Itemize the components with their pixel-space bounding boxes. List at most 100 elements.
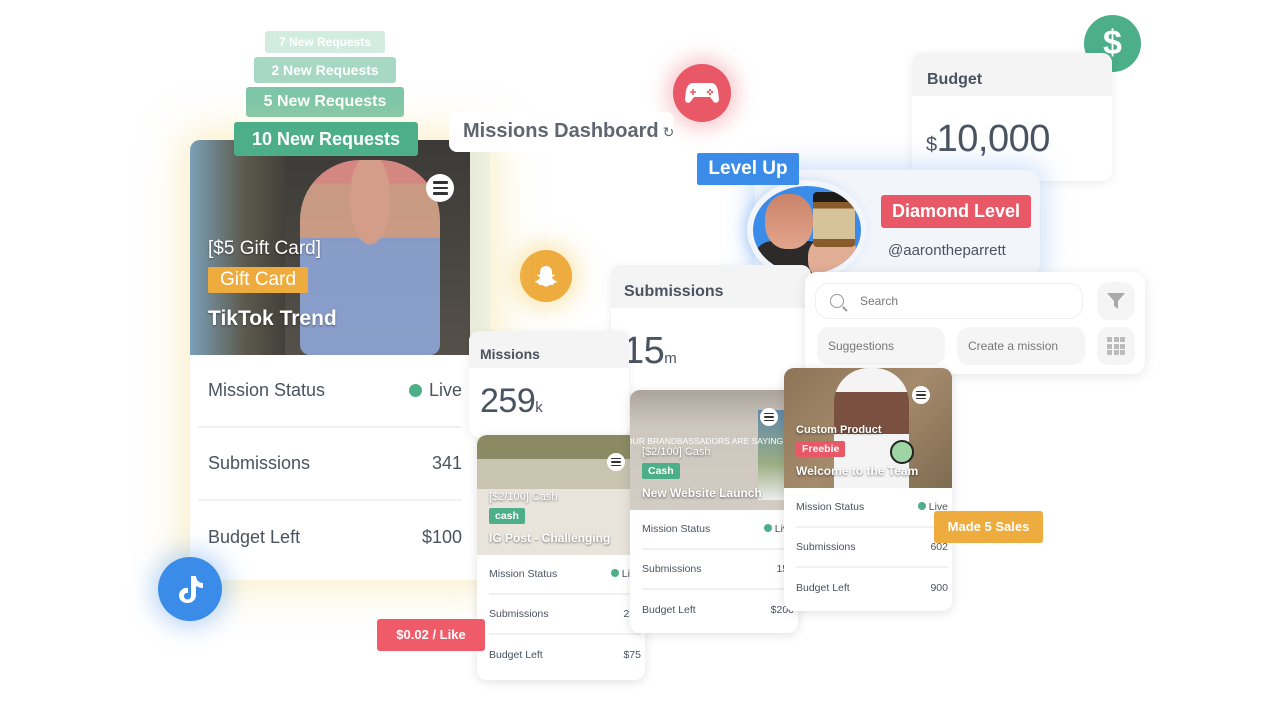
profile-card[interactable]: Diamond Level @aarontheparrett (747, 170, 1040, 280)
mission-title: IG Post - Challenging (489, 531, 611, 545)
row-label: Mission Status (642, 523, 711, 535)
row-label: Submissions (796, 541, 856, 553)
budget-value: $10,000 (912, 96, 1112, 161)
row-label: Submissions (642, 563, 702, 575)
submissions-row: Submissions151 (642, 550, 794, 590)
create-mission-button[interactable]: Create a mission (957, 327, 1085, 365)
live-dot-icon (610, 569, 619, 577)
status-text: Live (428, 380, 462, 400)
request-tag-2[interactable]: 2 New Requests (254, 57, 396, 83)
image-banner-text: OUR BRANDBASSADORS ARE SAYING (630, 436, 784, 446)
mission-status-row: Mission StatusLive (642, 510, 794, 550)
budget-left-row: Budget Left 900 (796, 568, 948, 608)
row-value: $75 (623, 649, 641, 661)
suggestions-button[interactable]: Suggestions (817, 327, 945, 365)
gamepad-icon (673, 64, 731, 122)
missions-unit: k (535, 399, 543, 416)
row-label: Budget Left (796, 582, 850, 594)
missions-label: Missions (469, 331, 629, 368)
user-handle: @aarontheparrett (888, 242, 1006, 259)
sales-badge: Made 5 Sales (934, 511, 1043, 543)
request-tag-5[interactable]: 5 New Requests (246, 87, 404, 117)
grid-view-button[interactable] (1097, 327, 1135, 365)
row-label: Submissions (208, 453, 311, 473)
mission-status-row: Mission StatusLive (489, 555, 641, 595)
submissions-label: Submissions (611, 265, 811, 308)
mission-title: TikTok Trend (208, 307, 337, 330)
currency-symbol: $ (926, 134, 937, 156)
row-label: Mission Status (796, 501, 865, 513)
mission-card[interactable]: [$2/100] Cash cash IG Post - Challenging… (477, 435, 645, 680)
search-panel: Suggestions Create a mission (805, 272, 1145, 374)
missions-number: 259 (480, 382, 536, 420)
missions-card: Missions 259k (469, 331, 629, 437)
budget-amount: 10,000 (936, 118, 1051, 160)
submissions-row: Submissions236 (489, 595, 641, 635)
budget-left-row: Budget Left $75 (489, 635, 641, 675)
mission-subtitle: [$5 Gift Card] (208, 238, 321, 259)
request-tag-10[interactable]: 10 New Requests (234, 122, 418, 156)
budget-left-row: Budget Left $200 (642, 590, 794, 630)
live-dot-icon (763, 524, 772, 532)
row-value: $100 (421, 527, 462, 547)
row-label: Budget Left (208, 527, 301, 547)
row-value: 900 (930, 582, 948, 594)
mission-subtitle: [$2/100] Cash (642, 446, 711, 458)
menu-icon[interactable] (607, 453, 625, 471)
mission-image: Custom Product Freebie Welcome to the Te… (784, 368, 952, 488)
level-up-badge: Level Up (697, 153, 799, 185)
filter-icon (1107, 293, 1125, 309)
request-tag-7[interactable]: 7 New Requests (265, 31, 385, 53)
dashboard-title: Missions Dashboard ↻ (449, 112, 674, 152)
mission-title: Welcome to the Team (796, 464, 919, 478)
mission-title: New Website Launch (642, 486, 762, 500)
mission-card[interactable]: Custom Product Freebie Welcome to the Te… (784, 368, 952, 611)
mission-stats: Mission StatusLive Submissions236 Budget… (477, 555, 645, 675)
row-label: Mission Status (489, 568, 558, 580)
menu-icon[interactable] (760, 408, 778, 426)
submissions-number: 15 (623, 330, 665, 372)
live-dot-icon (917, 502, 926, 510)
mission-tag: Cash (642, 463, 680, 479)
submissions-unit: m (664, 350, 677, 367)
mission-stats: Mission Status Live Submissions 341 Budg… (190, 355, 490, 574)
row-value: 341 (431, 453, 462, 473)
search-input[interactable] (860, 294, 1060, 308)
submissions-value: 15m (611, 308, 811, 373)
menu-icon[interactable] (426, 174, 454, 202)
tiktok-icon (158, 557, 222, 621)
submissions-row: Submissions 602 (796, 528, 948, 568)
row-label: Submissions (489, 608, 549, 620)
featured-mission-card[interactable]: [$5 Gift Card] Gift Card TikTok Trend Mi… (190, 140, 490, 580)
budget-card: Budget $10,000 (912, 53, 1112, 181)
mission-tag: cash (489, 508, 525, 524)
mission-status-row: Mission Status Live (198, 355, 462, 428)
menu-icon[interactable] (912, 386, 930, 404)
grid-icon (1107, 337, 1125, 355)
row-label: Budget Left (642, 604, 696, 616)
mission-card[interactable]: OUR BRANDBASSADORS ARE SAYING [$2/100] C… (630, 390, 798, 633)
row-label: Mission Status (208, 380, 326, 400)
filter-button[interactable] (1097, 282, 1135, 320)
submissions-row: Submissions 341 (198, 428, 462, 501)
page-title: Missions Dashboard (463, 120, 659, 142)
mission-subtitle: [$2/100] Cash (489, 491, 558, 503)
search-icon (830, 294, 844, 308)
mission-tag: Freebie (796, 441, 846, 457)
mission-stats: Mission StatusLive Submissions151 Budget… (630, 510, 798, 630)
refresh-icon[interactable]: ↻ (663, 124, 675, 140)
mission-image: OUR BRANDBASSADORS ARE SAYING [$2/100] C… (630, 390, 798, 510)
status-value: Live (408, 380, 462, 401)
mission-status-row: Mission StatusLive (796, 488, 948, 528)
submissions-card: Submissions 15m (611, 265, 811, 393)
budget-label: Budget (912, 53, 1112, 96)
budget-left-row: Budget Left $100 (198, 501, 462, 574)
snapchat-icon (520, 250, 572, 302)
search-box[interactable] (815, 283, 1083, 319)
price-per-like-badge: $0.02 / Like (377, 619, 485, 651)
row-label: Budget Left (489, 649, 543, 661)
mission-stats: Mission Status Live Submissions 602 Budget… (784, 488, 952, 608)
mission-image: [$2/100] Cash cash IG Post - Challenging (477, 435, 645, 555)
mission-subtitle: Custom Product (796, 424, 882, 436)
live-dot-icon (408, 384, 422, 397)
